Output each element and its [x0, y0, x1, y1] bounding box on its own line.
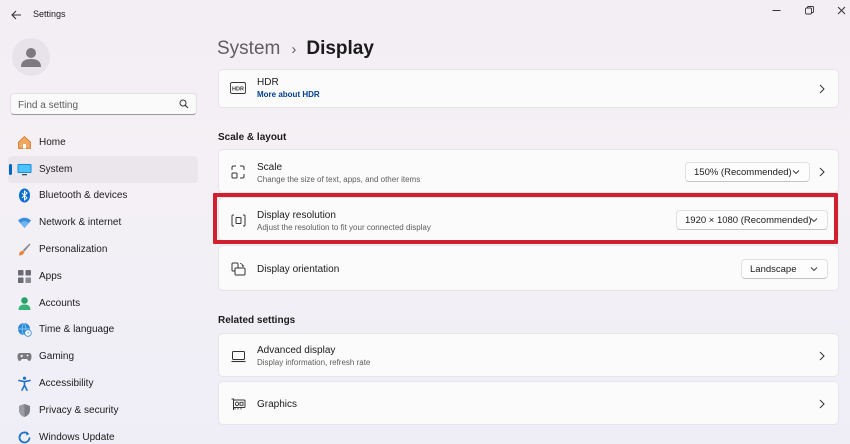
- advanced-display-subtitle: Display information, refresh rate: [257, 358, 371, 367]
- shield-icon: [17, 403, 32, 418]
- highlight-frame: [213, 193, 838, 244]
- globe-clock-icon: [17, 322, 32, 338]
- scale-card[interactable]: Scale Change the size of text, apps, and…: [218, 149, 839, 193]
- chevron-right-icon: [817, 84, 827, 94]
- close-icon: [837, 6, 845, 14]
- advanced-display-card[interactable]: Advanced display Display information, re…: [218, 333, 839, 377]
- chevron-right-icon: [817, 167, 827, 177]
- back-arrow-icon: [10, 10, 21, 20]
- breadcrumb: System › Display: [217, 36, 374, 62]
- hdr-title: HDR: [257, 77, 279, 88]
- user-icon: [21, 48, 41, 67]
- breadcrumb-parent[interactable]: System: [217, 38, 280, 60]
- minimize-button[interactable]: [766, 3, 786, 17]
- orientation-icon: [230, 261, 246, 277]
- search-box[interactable]: [10, 93, 197, 115]
- wifi-icon: [17, 215, 32, 230]
- title-bar: Settings: [0, 0, 850, 30]
- chevron-right-icon: [817, 351, 827, 361]
- orientation-dropdown[interactable]: Landscape: [741, 259, 828, 279]
- back-button[interactable]: [6, 6, 26, 24]
- orientation-dropdown-value: Landscape: [750, 263, 797, 275]
- sidebar-item-personalization[interactable]: Personalization: [8, 236, 198, 263]
- search-input[interactable]: [18, 98, 168, 112]
- scale-dropdown-value: 150% (Recommended): [694, 166, 792, 178]
- sidebar-item-privacy[interactable]: Privacy & security: [8, 397, 198, 424]
- scale-icon: [230, 164, 246, 180]
- hdr-card[interactable]: HDR HDR More about HDR: [218, 69, 839, 108]
- scale-subtitle: Change the size of text, apps, and other…: [257, 175, 421, 184]
- restore-icon: [804, 5, 814, 14]
- apps-icon: [17, 269, 32, 284]
- minimize-icon: [772, 9, 780, 11]
- hdr-icon: HDR: [230, 80, 246, 96]
- sidebar-nav: Home System Bluetooth & devices Network …: [8, 129, 198, 444]
- sidebar-item-time-language[interactable]: Time & language: [8, 317, 198, 344]
- sidebar-item-windows-update[interactable]: Windows Update: [8, 424, 198, 444]
- sidebar-item-gaming[interactable]: Gaming: [8, 343, 198, 370]
- breadcrumb-separator: ›: [291, 40, 297, 58]
- related-settings-heading: Related settings: [218, 315, 296, 326]
- search-icon: [179, 99, 189, 109]
- brush-icon: [17, 242, 32, 257]
- sidebar-item-bluetooth[interactable]: Bluetooth & devices: [8, 183, 198, 210]
- sidebar-item-apps[interactable]: Apps: [8, 263, 198, 290]
- graphics-title: Graphics: [257, 399, 298, 410]
- bluetooth-icon: [17, 188, 32, 203]
- maximize-button[interactable]: [799, 3, 819, 17]
- sidebar-item-home[interactable]: Home: [8, 129, 198, 156]
- svg-text:HDR: HDR: [232, 86, 244, 92]
- display-orientation-title: Display orientation: [257, 264, 340, 275]
- sidebar-item-accessibility[interactable]: Accessibility: [8, 370, 198, 397]
- advanced-display-title: Advanced display: [257, 345, 336, 356]
- app-title: Settings: [33, 9, 66, 19]
- gamepad-icon: [17, 349, 32, 364]
- page-title: Display: [306, 38, 374, 59]
- graphics-card[interactable]: Graphics: [218, 381, 839, 425]
- graphics-card-icon: [230, 396, 246, 412]
- accessibility-icon: [17, 376, 32, 392]
- chevron-down-icon: [792, 170, 800, 175]
- scale-dropdown[interactable]: 150% (Recommended): [685, 162, 810, 182]
- sidebar-item-system[interactable]: System: [8, 155, 198, 183]
- scale-layout-heading: Scale & layout: [218, 132, 287, 143]
- close-button[interactable]: [831, 3, 850, 17]
- more-about-hdr-link[interactable]: More about HDR: [257, 90, 320, 99]
- sidebar-item-network[interactable]: Network & internet: [8, 209, 198, 236]
- monitor-icon: [230, 348, 246, 364]
- avatar[interactable]: [12, 38, 50, 76]
- home-icon: [17, 135, 32, 150]
- accounts-icon: [17, 296, 32, 311]
- chevron-right-icon: [817, 399, 827, 409]
- display-orientation-card: Display orientation Landscape: [218, 245, 839, 291]
- scale-title: Scale: [257, 162, 283, 173]
- sidebar-item-accounts[interactable]: Accounts: [8, 290, 198, 317]
- update-icon: [17, 430, 32, 444]
- chevron-down-icon: [810, 267, 818, 272]
- system-icon: [17, 162, 32, 177]
